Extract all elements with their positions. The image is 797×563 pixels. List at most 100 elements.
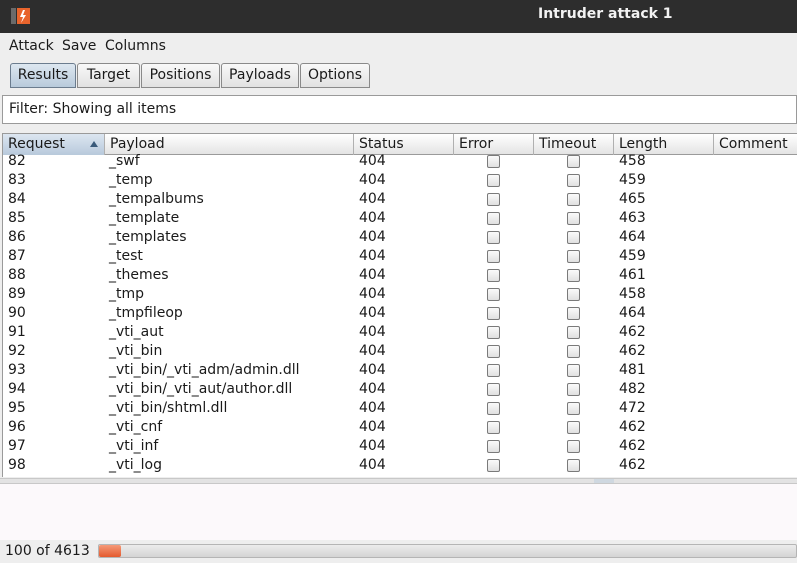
error-checkbox-icon (487, 364, 500, 377)
tab-results[interactable]: Results (10, 63, 76, 88)
cell-payload: _test (109, 248, 143, 264)
cell-payload: _tmpfileop (109, 305, 183, 321)
table-row[interactable]: 86 _templates 404 464 (3, 228, 797, 247)
error-checkbox-icon (487, 174, 500, 187)
cell-payload: _tempalbums (109, 191, 204, 207)
cell-payload: _temp (109, 172, 153, 188)
cell-payload: _vti_cnf (109, 419, 163, 435)
cell-length: 458 (619, 153, 646, 169)
table-row[interactable]: 90 _tmpfileop 404 464 (3, 304, 797, 323)
cell-status: 404 (359, 191, 386, 207)
error-checkbox-icon (487, 459, 500, 472)
cell-status: 404 (359, 457, 386, 473)
error-checkbox-icon (487, 307, 500, 320)
cell-status: 404 (359, 400, 386, 416)
cell-request: 98 (8, 457, 26, 473)
table-row[interactable]: 98 _vti_log 404 462 (3, 456, 797, 475)
error-checkbox-icon (487, 193, 500, 206)
error-checkbox-icon (487, 250, 500, 263)
menu-attack[interactable]: Attack (9, 38, 54, 54)
column-header-label: Request (8, 136, 65, 152)
cell-length: 462 (619, 419, 646, 435)
cell-payload: _vti_bin/_vti_adm/admin.dll (109, 362, 300, 378)
timeout-checkbox-icon (567, 402, 580, 415)
timeout-checkbox-icon (567, 155, 580, 168)
timeout-checkbox-icon (567, 383, 580, 396)
cell-status: 404 (359, 305, 386, 321)
cell-request: 87 (8, 248, 26, 264)
tab-options[interactable]: Options (300, 63, 370, 88)
error-checkbox-icon (487, 326, 500, 339)
cell-status: 404 (359, 362, 386, 378)
timeout-checkbox-icon (567, 174, 580, 187)
tab-payloads[interactable]: Payloads (221, 63, 299, 88)
tab-bar: Results Target Positions Payloads Option… (0, 58, 797, 90)
timeout-checkbox-icon (567, 193, 580, 206)
divider-grip-icon[interactable] (594, 479, 614, 483)
timeout-checkbox-icon (567, 345, 580, 358)
table-row[interactable]: 88 _themes 404 461 (3, 266, 797, 285)
menu-columns[interactable]: Columns (105, 38, 166, 54)
detail-pane (0, 484, 797, 540)
tab-target[interactable]: Target (77, 63, 140, 88)
cell-request: 97 (8, 438, 26, 454)
table-row[interactable]: 92 _vti_bin 404 462 (3, 342, 797, 361)
table-row[interactable]: 84 _tempalbums 404 465 (3, 190, 797, 209)
error-checkbox-icon (487, 345, 500, 358)
table-row[interactable]: 96 _vti_cnf 404 462 (3, 418, 797, 437)
menu-bar: Attack Save Columns (0, 33, 797, 58)
cell-payload: _themes (109, 267, 169, 283)
error-checkbox-icon (487, 421, 500, 434)
table-row[interactable]: 94 _vti_bin/_vti_aut/author.dll 404 482 (3, 380, 797, 399)
cell-request: 88 (8, 267, 26, 283)
cell-payload: _swf (109, 153, 140, 169)
timeout-checkbox-icon (567, 269, 580, 282)
cell-payload: _vti_aut (109, 324, 164, 340)
timeout-checkbox-icon (567, 212, 580, 225)
status-bar: 100 of 4613 (0, 540, 797, 563)
error-checkbox-icon (487, 440, 500, 453)
table-row[interactable]: 97 _vti_inf 404 462 (3, 437, 797, 456)
table-row[interactable]: 91 _vti_aut 404 462 (3, 323, 797, 342)
timeout-checkbox-icon (567, 307, 580, 320)
error-checkbox-icon (487, 402, 500, 415)
cell-request: 93 (8, 362, 26, 378)
cell-status: 404 (359, 229, 386, 245)
table-row[interactable]: 82 _swf 404 458 (3, 152, 797, 171)
cell-request: 83 (8, 172, 26, 188)
cell-length: 482 (619, 381, 646, 397)
table-row[interactable]: 87 _test 404 459 (3, 247, 797, 266)
error-checkbox-icon (487, 383, 500, 396)
cell-request: 91 (8, 324, 26, 340)
error-checkbox-icon (487, 231, 500, 244)
progress-bar (98, 544, 797, 558)
progress-count: 100 of 4613 (5, 543, 90, 559)
tab-positions[interactable]: Positions (141, 63, 220, 88)
cell-payload: _vti_bin (109, 343, 163, 359)
cell-length: 462 (619, 343, 646, 359)
cell-request: 89 (8, 286, 26, 302)
cell-request: 95 (8, 400, 26, 416)
menu-save[interactable]: Save (62, 38, 96, 54)
cell-payload: _tmp (109, 286, 145, 302)
cell-request: 96 (8, 419, 26, 435)
cell-length: 461 (619, 267, 646, 283)
cell-request: 94 (8, 381, 26, 397)
cell-length: 462 (619, 457, 646, 473)
cell-status: 404 (359, 381, 386, 397)
cell-length: 462 (619, 324, 646, 340)
table-row[interactable]: 95 _vti_bin/shtml.dll 404 472 (3, 399, 797, 418)
cell-request: 92 (8, 343, 26, 359)
table-row[interactable]: 89 _tmp 404 458 (3, 285, 797, 304)
timeout-checkbox-icon (567, 231, 580, 244)
cell-length: 472 (619, 400, 646, 416)
cell-length: 463 (619, 210, 646, 226)
table-row[interactable]: 85 _template 404 463 (3, 209, 797, 228)
filter-bar[interactable]: Filter: Showing all items (2, 95, 797, 124)
table-row[interactable]: 83 _temp 404 459 (3, 171, 797, 190)
table-row[interactable]: 93 _vti_bin/_vti_adm/admin.dll 404 481 (3, 361, 797, 380)
cell-request: 90 (8, 305, 26, 321)
cell-length: 458 (619, 286, 646, 302)
error-checkbox-icon (487, 269, 500, 282)
error-checkbox-icon (487, 288, 500, 301)
